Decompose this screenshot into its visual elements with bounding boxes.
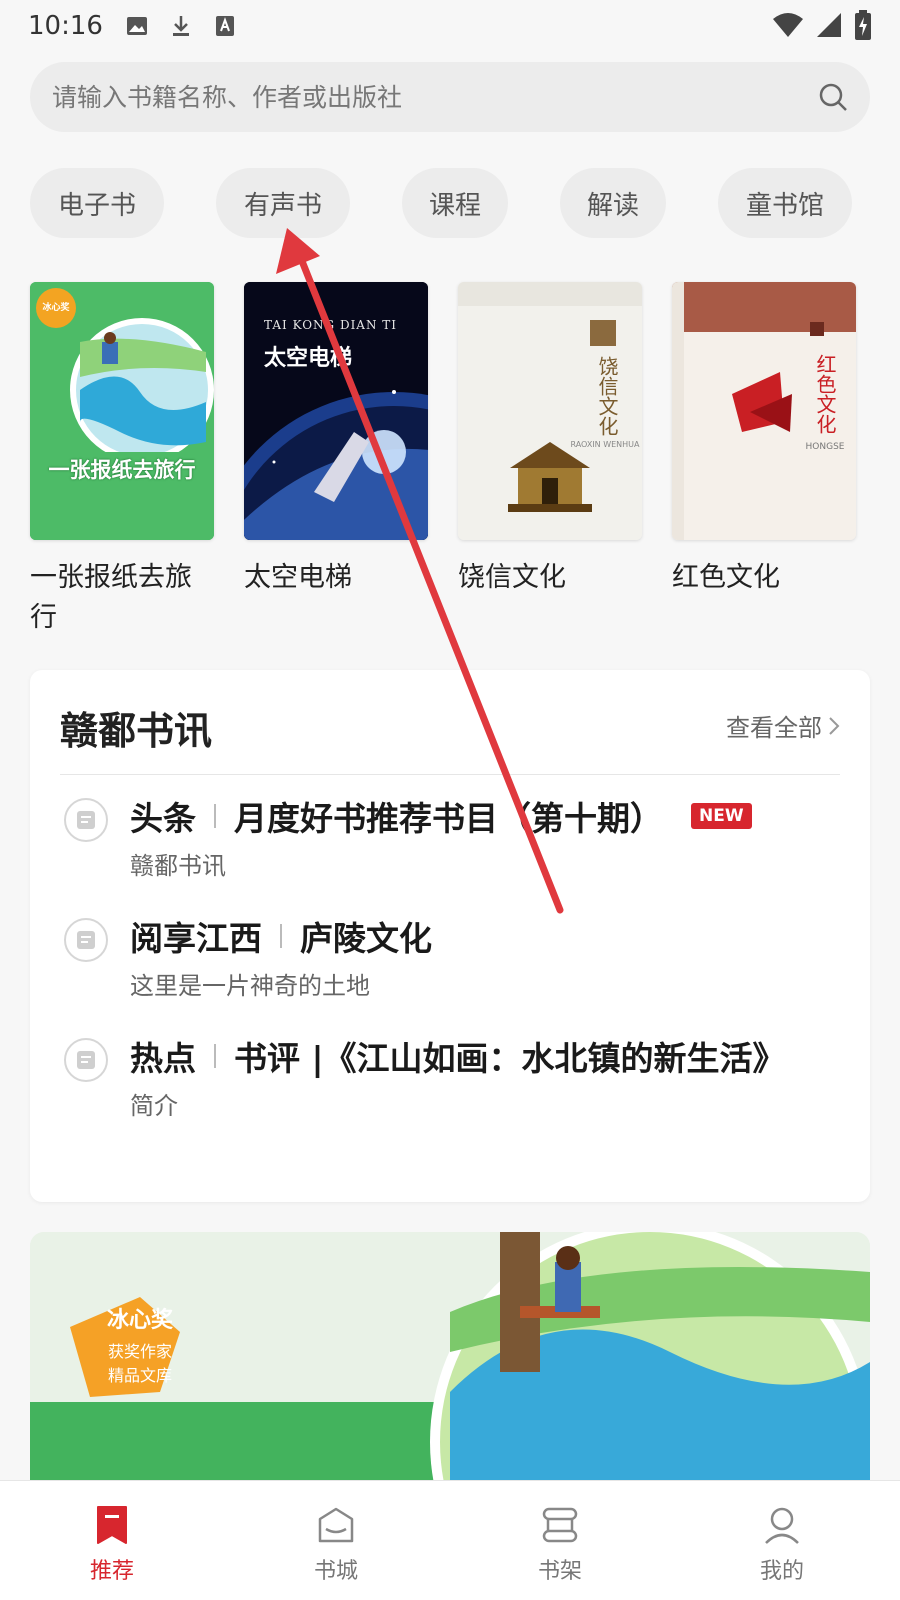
article-icon (64, 918, 108, 962)
nav-item-bookstore[interactable]: 书城 (276, 1481, 396, 1600)
book-cover[interactable]: 冰心奖 一张报纸去旅行 (30, 282, 214, 540)
news-headline[interactable]: 书评 |《江山如画：水北镇的新生活》 (234, 1032, 786, 1080)
news-card: 赣鄱书讯 查看全部 头条 月度好书推荐书目（第十期） NEW 赣鄱书讯 阅享江西… (30, 670, 870, 1202)
separator (214, 1044, 216, 1068)
cover-pinyin: RAOXIN WENHUA (570, 440, 640, 449)
book-card[interactable]: TAI KONG DIAN TI 太空电梯 太空电梯 (244, 282, 428, 598)
nav-item-bookshelf[interactable]: 书架 (500, 1481, 620, 1600)
battery-charging-icon (855, 10, 871, 40)
award-badge-line2: 获奖作家 (107, 1342, 172, 1361)
separator (280, 924, 282, 948)
book-cover[interactable]: TAI KONG DIAN TI 太空电梯 (244, 282, 428, 540)
book-title[interactable]: 红色文化 (672, 558, 856, 598)
award-badge: 冰心奖 获奖作家 精品文库 (88, 1302, 192, 1386)
nav-item-recommend[interactable]: 推荐 (52, 1481, 172, 1600)
profile-icon[interactable] (760, 1503, 804, 1547)
news-tag: 热点 (130, 1039, 196, 1078)
award-badge-line1: 冰心奖 (106, 1308, 173, 1333)
cover-title-text: 红色文化 (813, 354, 837, 434)
cover-pinyin: HONGSE (805, 442, 845, 452)
bookstore-icon[interactable] (314, 1503, 358, 1547)
cover-pinyin: TAI KONG DIAN TI (264, 318, 398, 332)
article-icon (64, 1038, 108, 1082)
nav-item-profile[interactable]: 我的 (722, 1481, 842, 1600)
news-tag: 阅享江西 (130, 919, 262, 958)
article-icon (64, 798, 108, 842)
view-all-label[interactable]: 查看全部 (726, 708, 822, 743)
news-subtitle: 这里是一片神奇的土地 (130, 972, 370, 1000)
news-heading: 赣鄱书讯 (60, 708, 213, 753)
status-right (772, 10, 872, 40)
nav-label[interactable]: 推荐 (90, 1553, 134, 1585)
news-headline[interactable]: 庐陵文化 (300, 912, 432, 960)
book-title[interactable]: 太空电梯 (244, 558, 428, 598)
award-badge-line3: 精品文库 (107, 1366, 172, 1385)
view-all-link[interactable]: 查看全部 (726, 708, 840, 743)
news-title[interactable]: 热点 书评 |《江山如画：水北镇的新生活》 (130, 1032, 786, 1080)
news-subtitle: 赣鄱书讯 (130, 852, 226, 880)
status-bar: 10:16 (0, 0, 900, 52)
promo-banner[interactable]: 冰心奖 获奖作家 精品文库 (30, 1232, 870, 1480)
cover-title-text: 饶信文化 (595, 356, 619, 436)
book-cover[interactable]: 红色文化 HONGSE (672, 282, 856, 540)
news-headline[interactable]: 月度好书推荐书目（第十期） (234, 792, 663, 840)
book-card[interactable]: 红色文化 HONGSE 红色文化 (672, 282, 856, 598)
download-icon (169, 14, 193, 38)
news-title[interactable]: 阅享江西 庐陵文化 (130, 912, 432, 960)
book-cover[interactable]: 饶信文化 RAOXIN WENHUA (458, 282, 642, 540)
search-input[interactable] (52, 82, 818, 112)
status-time: 10:16 (28, 11, 103, 41)
bottom-nav: 推荐 书城 书架 我的 (0, 1480, 900, 1600)
news-subtitle: 简介 (130, 1092, 178, 1120)
chip-ebook[interactable]: 电子书 (30, 168, 164, 238)
bookmark-icon[interactable] (90, 1503, 134, 1547)
news-tag: 头条 (130, 799, 196, 838)
chip-courses[interactable]: 课程 (402, 168, 508, 238)
news-title[interactable]: 头条 月度好书推荐书目（第十期） NEW (130, 792, 752, 840)
chip-audiobook[interactable]: 有声书 (216, 168, 350, 238)
search-icon[interactable] (818, 82, 848, 112)
nav-label[interactable]: 书城 (314, 1553, 358, 1585)
book-title[interactable]: 饶信文化 (458, 558, 642, 598)
book-card[interactable]: 饶信文化 RAOXIN WENHUA 饶信文化 (458, 282, 642, 598)
nav-label[interactable]: 我的 (760, 1553, 804, 1585)
wifi-icon (773, 13, 803, 37)
category-chips: 电子书 有声书 课程 解读 童书馆 (30, 168, 870, 238)
separator (214, 804, 216, 828)
cover-title-text: 一张报纸去旅行 (48, 458, 196, 482)
divider (60, 774, 840, 775)
cover-badge: 冰心奖 (42, 303, 70, 313)
book-title[interactable]: 一张报纸去旅行 (30, 558, 214, 638)
nav-label[interactable]: 书架 (538, 1553, 582, 1585)
keyboard-a-icon (213, 14, 237, 38)
signal-icon (817, 13, 841, 37)
book-card[interactable]: 冰心奖 一张报纸去旅行 一张报纸去旅行 (30, 282, 214, 638)
bookshelf-icon[interactable] (538, 1503, 582, 1547)
new-badge: NEW (691, 803, 752, 829)
image-notification-icon (125, 14, 149, 38)
chip-children-books[interactable]: 童书馆 (718, 168, 852, 238)
book-cover-art (30, 282, 214, 540)
search-bar[interactable] (30, 62, 870, 132)
cover-title-text: 太空电梯 (264, 346, 353, 371)
chevron-right-icon[interactable] (828, 716, 840, 736)
chip-interpretation[interactable]: 解读 (560, 168, 666, 238)
